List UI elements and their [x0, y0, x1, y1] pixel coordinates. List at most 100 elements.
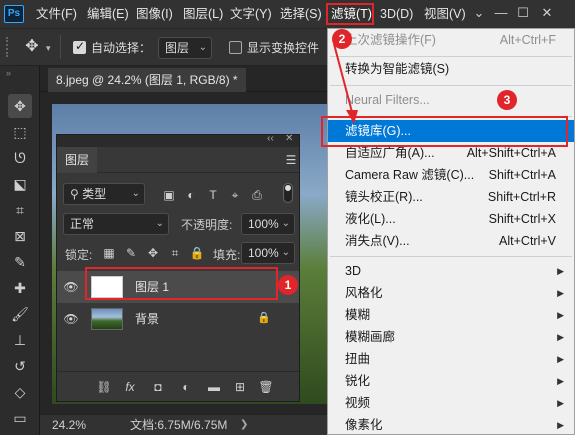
collapse-icon[interactable]: ‹‹	[267, 133, 274, 144]
chevron-right-icon[interactable]: ❯	[240, 415, 248, 435]
chevron-down-icon[interactable]: ▾	[46, 43, 51, 54]
group-folder-icon[interactable]: ▬	[205, 378, 223, 396]
chevron-down-icon[interactable]: ⌄	[468, 2, 490, 24]
history-brush-icon[interactable]: ↺	[8, 354, 32, 378]
document-tab[interactable]: 8.jpeg @ 24.2% (图层 1, RGB/8) *	[48, 68, 246, 92]
healing-icon[interactable]: ✚	[8, 276, 32, 300]
menu-layer[interactable]: 图层(L)	[183, 0, 223, 28]
lock-all-icon[interactable]: 🔒	[189, 245, 205, 261]
blend-mode-value: 正常	[70, 217, 95, 231]
show-transform-checkbox[interactable]	[229, 41, 242, 54]
menu-separator	[330, 256, 572, 257]
smart-object-filter-icon[interactable]: ⎙	[249, 187, 265, 203]
tool-strip: » ✥ ⬚ ᘎ ⬕ ⌗ ⊠ ✎ ✚ 🖌 ⊥ ↺ ◇ ▭	[0, 66, 40, 435]
chevron-down-icon: ⌄	[281, 247, 290, 258]
brush-icon[interactable]: 🖌	[8, 302, 32, 326]
panel-titlebar[interactable]: ‹‹ ✕	[57, 133, 299, 147]
menu-image[interactable]: 图像(I)	[136, 0, 173, 28]
menu-view[interactable]: 视图(V)	[424, 0, 466, 28]
adjustment-layer-icon[interactable]: ◐	[177, 378, 195, 396]
menu-item-video[interactable]: 视频 ▶	[328, 392, 574, 414]
panel-footer: ⛓ fx ◘ ◐ ▬ ⊞ 🗑	[57, 371, 299, 401]
eye-icon[interactable]: 👁	[63, 311, 79, 327]
chevron-right-icon: ▶	[557, 310, 564, 320]
move-icon[interactable]: ✥	[8, 94, 32, 118]
blend-mode-dropdown[interactable]: 正常 ⌄	[63, 213, 169, 235]
chevron-right-icon: ▶	[557, 398, 564, 408]
layer-filter-value: 类型	[82, 187, 107, 201]
chevron-right-icon: ▶	[557, 332, 564, 342]
menu-file[interactable]: 文件(F)	[36, 0, 77, 28]
lock-artboard-icon[interactable]: ⌗	[167, 245, 183, 261]
eraser-icon[interactable]: ◇	[8, 380, 32, 404]
stamp-icon[interactable]: ⊥	[8, 328, 32, 352]
adjustment-filter-icon[interactable]: ◐	[183, 187, 199, 203]
status-bar: 24.2% 文档:6.75M/6.75M ❯	[40, 414, 327, 435]
object-select-icon[interactable]: ⬕	[8, 172, 32, 196]
collapse-arrows-icon[interactable]: »	[6, 68, 11, 78]
zoom-level[interactable]: 24.2%	[52, 415, 86, 435]
menu-item-blur-gallery[interactable]: 模糊画廊 ▶	[328, 326, 574, 348]
divider	[60, 35, 61, 59]
crop-icon[interactable]: ⌗	[8, 198, 32, 222]
trash-icon[interactable]: 🗑	[257, 378, 275, 396]
panel-menu-icon[interactable]: ☰	[283, 152, 299, 168]
eye-icon[interactable]: 👁	[63, 279, 79, 295]
menu-3d[interactable]: 3D(D)	[380, 0, 413, 28]
link-layers-icon[interactable]: ⛓	[95, 378, 113, 396]
eyedropper-icon[interactable]: ✎	[8, 250, 32, 274]
layer-mask-icon[interactable]: ◘	[149, 378, 167, 396]
opacity-label: 不透明度:	[181, 218, 233, 232]
menu-item-3d[interactable]: 3D ▶	[328, 260, 574, 282]
menu-item-vanishing-point[interactable]: 消失点(V)... Alt+Ctrl+V	[328, 230, 574, 252]
image-filter-icon[interactable]: ▣	[161, 187, 177, 203]
chevron-down-icon: ⌄	[281, 218, 290, 229]
fill-label: 填充:	[213, 248, 241, 262]
lock-pixels-icon[interactable]: ✎	[123, 245, 139, 261]
grip-handle[interactable]	[6, 37, 14, 57]
auto-select-value: 图层	[165, 41, 190, 55]
chevron-right-icon: ▶	[557, 420, 564, 430]
layer-filter-dropdown[interactable]: ⚲ 类型 ⌄	[63, 183, 145, 205]
menu-item-sharpen[interactable]: 锐化 ▶	[328, 370, 574, 392]
fx-icon[interactable]: fx	[121, 378, 139, 396]
close-icon[interactable]: ✕	[285, 133, 293, 144]
menu-item-camera-raw[interactable]: Camera Raw 滤镜(C)... Shift+Ctrl+A	[328, 164, 574, 186]
auto-select-dropdown[interactable]: 图层 ⌄	[158, 37, 212, 59]
layer-name[interactable]: 背景	[135, 303, 159, 335]
menu-item-blur[interactable]: 模糊 ▶	[328, 304, 574, 326]
menu-bar: Ps 文件(F) 编辑(E) 图像(I) 图层(L) 文字(Y) 选择(S) 滤…	[0, 0, 575, 28]
menu-item-lens-correction[interactable]: 镜头校正(R)... Shift+Ctrl+R	[328, 186, 574, 208]
menu-select[interactable]: 选择(S)	[280, 0, 322, 28]
auto-select-checkbox[interactable]	[73, 39, 86, 54]
new-layer-icon[interactable]: ⊞	[231, 378, 249, 396]
type-filter-icon[interactable]: T	[205, 187, 221, 203]
opacity-field[interactable]: 100% ⌄	[241, 213, 295, 235]
layer-row-background[interactable]: 👁 背景 🔒	[57, 303, 299, 335]
menu-item-stylize[interactable]: 风格化 ▶	[328, 282, 574, 304]
shape-filter-icon[interactable]: ⌖	[227, 187, 243, 203]
lock-icon: 🔒	[257, 312, 271, 324]
fill-value: 100%	[248, 246, 279, 260]
tab-layers[interactable]: 图层	[57, 147, 98, 173]
lock-transparency-icon[interactable]: ▦	[101, 245, 117, 261]
lock-position-icon[interactable]: ✥	[145, 245, 161, 261]
close-icon[interactable]: ✕	[536, 2, 558, 24]
menu-item-distort[interactable]: 扭曲 ▶	[328, 348, 574, 370]
lasso-icon[interactable]: ᘎ	[8, 146, 32, 170]
menu-item-liquify[interactable]: 液化(L)... Shift+Ctrl+X	[328, 208, 574, 230]
chevron-right-icon: ▶	[557, 266, 564, 276]
menu-item-pixelate[interactable]: 像素化 ▶	[328, 414, 574, 435]
maximize-icon[interactable]: ☐	[512, 2, 534, 24]
fill-field[interactable]: 100% ⌄	[241, 242, 295, 264]
move-icon[interactable]: ✥	[20, 35, 44, 59]
minimize-icon[interactable]: —	[490, 2, 512, 24]
show-transform-label: 显示变换控件	[247, 41, 320, 55]
frame-icon[interactable]: ⊠	[8, 224, 32, 248]
filter-toggle[interactable]	[283, 183, 293, 203]
menu-edit[interactable]: 编辑(E)	[87, 0, 129, 28]
menu-type[interactable]: 文字(Y)	[230, 0, 272, 28]
chevron-right-icon: ▶	[557, 376, 564, 386]
marquee-icon[interactable]: ⬚	[8, 120, 32, 144]
gradient-icon[interactable]: ▭	[8, 406, 32, 430]
